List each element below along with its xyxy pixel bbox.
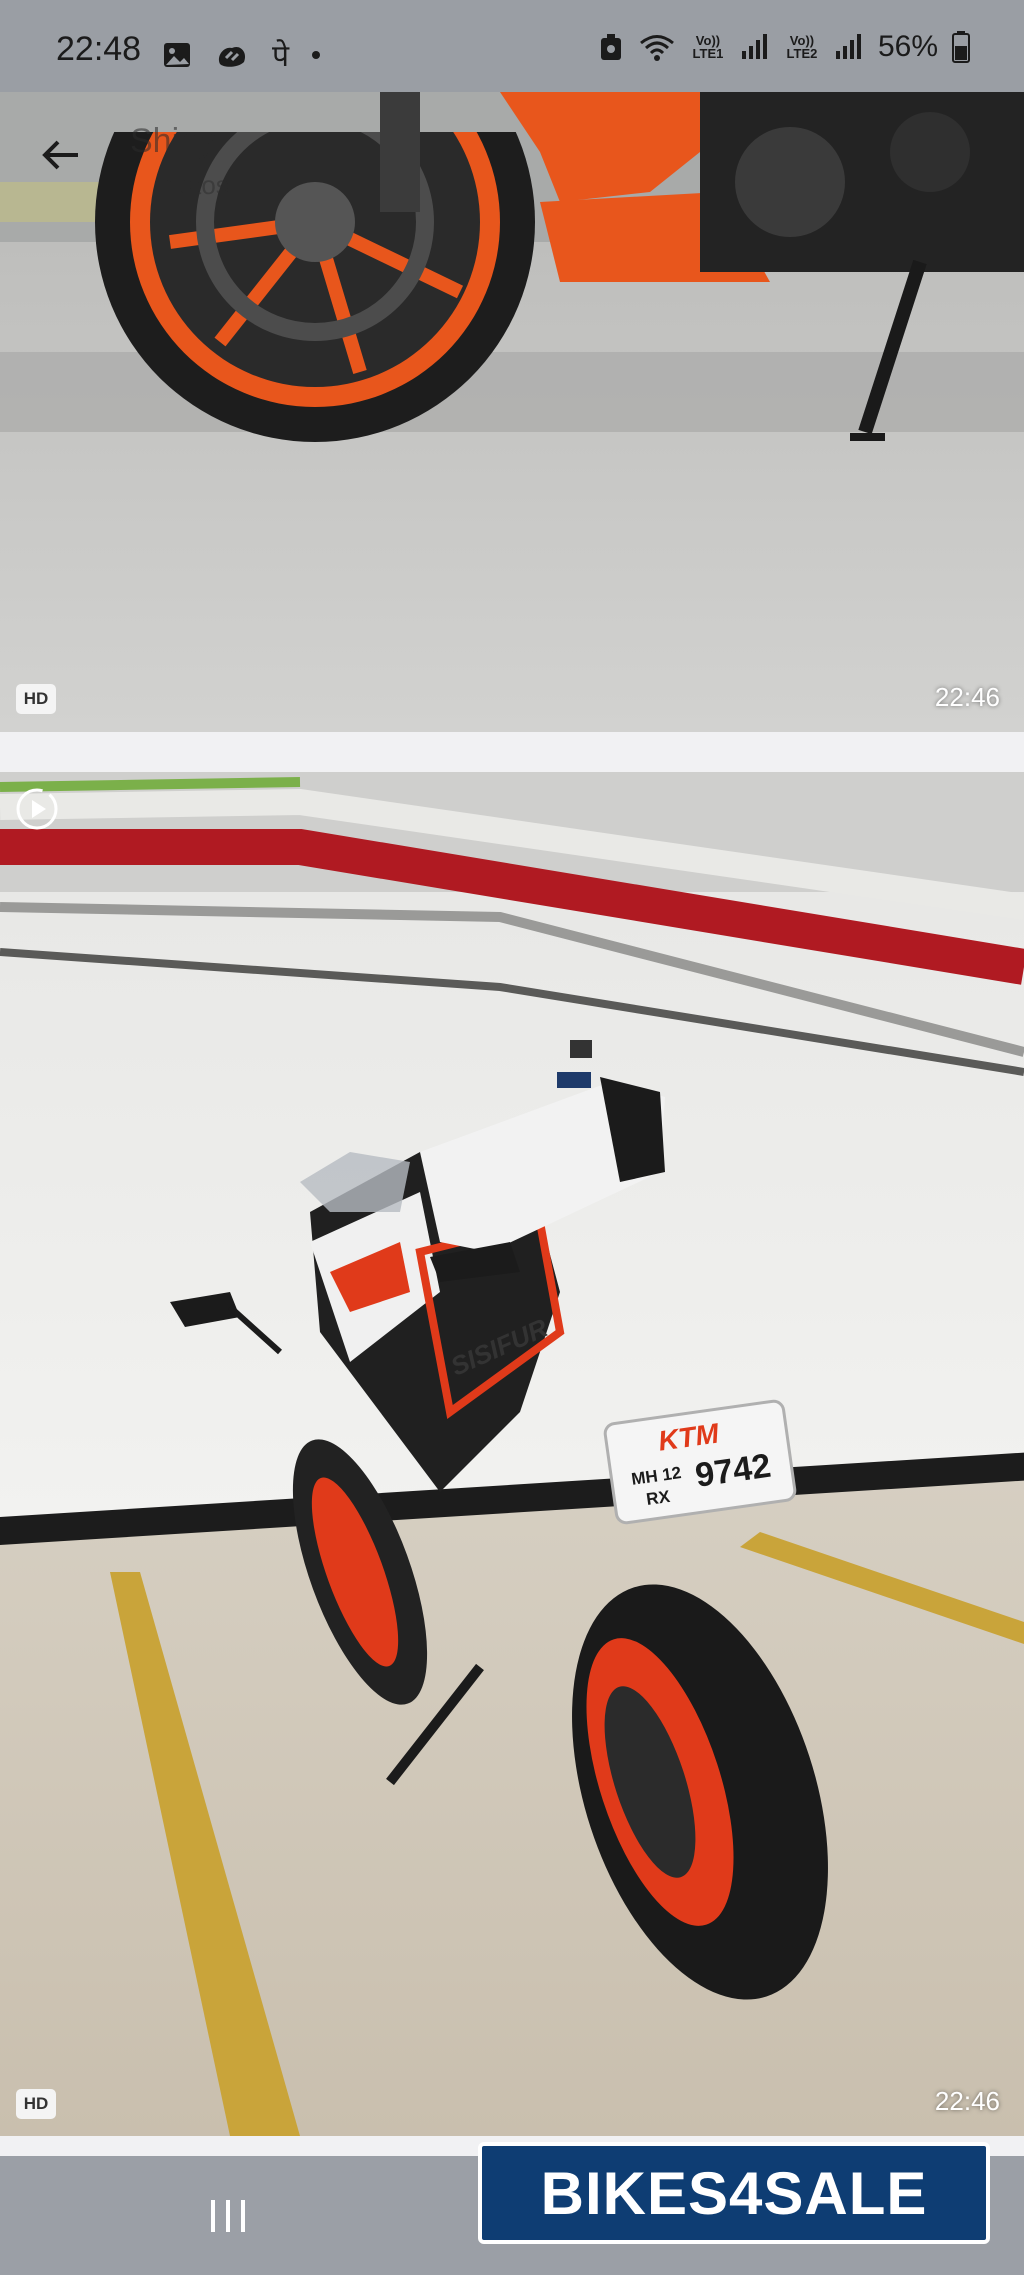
bikes4sale-watermark: BIKES4SALE [478, 2142, 990, 2244]
motorcycle-front-photo [0, 92, 1024, 732]
photo-card-2[interactable]: KTM MH 12 RX 9742 SISIFUR HD 22:46 [0, 772, 1024, 2136]
album-subtitle: motos [158, 170, 229, 200]
motion-play-icon[interactable] [14, 786, 60, 832]
photo-timestamp: 22:46 [934, 682, 1000, 712]
plate-line2: RX [645, 1486, 672, 1509]
photo-timestamp: 22:46 [934, 2086, 1000, 2116]
hd-badge: HD [16, 2089, 56, 2119]
wifi-icon [640, 35, 674, 61]
gallery-icon [164, 42, 190, 67]
status-bar: 22:48 पे Vo)) LTE1 Vo)) LTE2 56% [0, 0, 1024, 92]
signal-icon-2 [835, 34, 861, 59]
plate-brand: KTM [656, 1417, 721, 1457]
album-title: Shiny [130, 122, 216, 160]
pe-icon: पे [272, 39, 290, 74]
lock-battery-icon [600, 34, 621, 60]
watermark-text: BIKES4SALE [540, 2159, 928, 2227]
sim2-label: Vo)) LTE2 [786, 33, 818, 61]
battery-percent: 56% [877, 30, 938, 63]
motorcycle-rear-photo [0, 772, 1024, 2136]
dot-icon [312, 50, 321, 59]
teams-icon [218, 46, 246, 67]
hd-badge: HD [16, 684, 56, 714]
status-time: 22:48 [56, 30, 142, 68]
signal-icon-1 [741, 34, 767, 59]
plate-line1: MH 12 [630, 1463, 683, 1489]
sim1-label: Vo)) LTE1 [692, 33, 724, 61]
notification-icons: पे [162, 34, 321, 75]
photo-card-1[interactable]: HD 22:46 [0, 92, 1024, 732]
status-right: Vo)) LTE1 Vo)) LTE2 56% [598, 30, 970, 64]
plate-number: 9742 [692, 1446, 774, 1495]
battery-icon [952, 31, 970, 63]
back-arrow-icon[interactable] [36, 130, 86, 180]
recents-icon[interactable] [205, 2196, 251, 2236]
